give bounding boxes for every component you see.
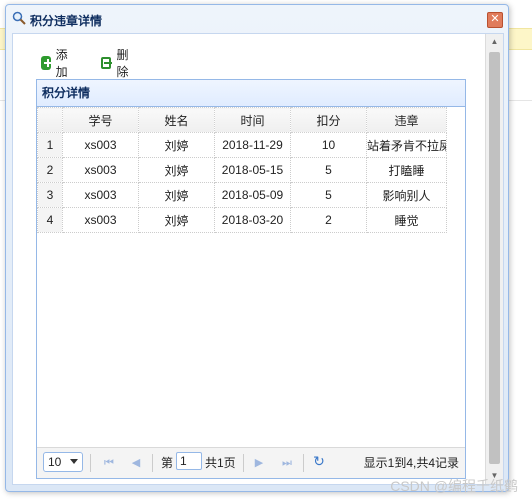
- data-table: 学号 姓名 时间 扣分 违章 1 xs003 刘婷 2018-11-29 10: [37, 107, 447, 233]
- pager-divider: [90, 454, 91, 472]
- cell-time: 2018-05-09: [214, 182, 291, 208]
- add-label: 添加: [55, 48, 68, 79]
- column-header-deduction[interactable]: 扣分: [290, 107, 367, 133]
- rownum-header: [37, 107, 63, 133]
- dialog-title-bar[interactable]: 积分违章详情 ✕: [6, 5, 508, 33]
- column-header-violation[interactable]: 违章: [366, 107, 447, 133]
- cell-name: 刘婷: [138, 207, 215, 233]
- first-page-icon[interactable]: ⏮: [102, 455, 116, 471]
- column-header-name[interactable]: 姓名: [138, 107, 215, 133]
- violation-detail-dialog: 积分违章详情 ✕ 添加 删除 积分详情 学号 姓名 时间 扣分 违章 1 xs0…: [5, 4, 509, 492]
- page-number-input[interactable]: 1: [176, 452, 202, 470]
- cell-student-id: xs003: [62, 132, 139, 158]
- cell-violation: 影响别人: [366, 182, 447, 208]
- delete-button[interactable]: 删除: [101, 48, 132, 79]
- page-total: 共1页: [205, 456, 236, 470]
- scroll-up-icon[interactable]: ▲: [486, 34, 503, 50]
- cell-time: 2018-03-20: [214, 207, 291, 233]
- cell-student-id: xs003: [62, 182, 139, 208]
- page-size-select[interactable]: 10: [43, 452, 83, 472]
- pager-divider: [152, 454, 153, 472]
- cell-name: 刘婷: [138, 157, 215, 183]
- close-button[interactable]: ✕: [487, 12, 503, 28]
- cell-deduction: 2: [290, 207, 367, 233]
- refresh-icon[interactable]: ↻: [312, 453, 326, 469]
- table-row[interactable]: 1 xs003 刘婷 2018-11-29 10 站着矛肯不拉屎: [37, 132, 447, 158]
- add-icon: [41, 56, 52, 70]
- pagination-bar: 10 ⏮ ◀ 第 1 共1页 ▶ ⏭ ↻ 显示1到4,共4记录: [37, 447, 465, 478]
- prev-page-icon[interactable]: ◀: [129, 455, 143, 471]
- points-detail-grid: 积分详情 学号 姓名 时间 扣分 违章 1 xs003 刘婷 2018-11-2…: [36, 79, 466, 479]
- table-header-row: 学号 姓名 时间 扣分 违章: [37, 107, 447, 133]
- pager-divider: [303, 454, 304, 472]
- close-icon: ✕: [490, 13, 500, 25]
- last-page-icon[interactable]: ⏭: [280, 455, 294, 471]
- row-number: 1: [37, 132, 63, 158]
- chevron-down-icon: [70, 459, 78, 464]
- record-info: 显示1到4,共4记录: [363, 456, 459, 470]
- row-number: 2: [37, 157, 63, 183]
- dialog-body: 添加 删除 积分详情 学号 姓名 时间 扣分 违章 1 xs003 刘婷 201…: [12, 33, 504, 485]
- grid-title: 积分详情: [37, 80, 465, 107]
- column-header-time[interactable]: 时间: [214, 107, 291, 133]
- cell-deduction: 10: [290, 132, 367, 158]
- row-number: 3: [37, 182, 63, 208]
- add-button[interactable]: 添加: [41, 48, 72, 79]
- cell-time: 2018-05-15: [214, 157, 291, 183]
- cell-student-id: xs003: [62, 157, 139, 183]
- table-row[interactable]: 3 xs003 刘婷 2018-05-09 5 影响别人: [37, 182, 447, 208]
- page-prefix: 第: [161, 456, 174, 470]
- table-row[interactable]: 2 xs003 刘婷 2018-05-15 5 打瞌睡: [37, 157, 447, 183]
- table-row[interactable]: 4 xs003 刘婷 2018-03-20 2 睡觉: [37, 207, 447, 233]
- cell-violation: 打瞌睡: [366, 157, 447, 183]
- next-page-icon[interactable]: ▶: [252, 455, 266, 471]
- cell-time: 2018-11-29: [214, 132, 291, 158]
- watermark: CSDN @编程千纸鹤: [390, 478, 518, 494]
- page-size-value: 10: [48, 455, 62, 469]
- cell-violation: 睡觉: [366, 207, 447, 233]
- scrollbar-thumb[interactable]: [489, 52, 500, 464]
- dialog-title: 积分违章详情: [30, 14, 103, 28]
- pager-divider: [243, 454, 244, 472]
- row-number: 4: [37, 207, 63, 233]
- delete-icon: [101, 57, 113, 69]
- cell-name: 刘婷: [138, 182, 215, 208]
- cell-deduction: 5: [290, 182, 367, 208]
- column-header-student-id[interactable]: 学号: [62, 107, 139, 133]
- cell-violation: 站着矛肯不拉屎: [366, 132, 447, 158]
- cell-student-id: xs003: [62, 207, 139, 233]
- vertical-scrollbar[interactable]: ▲ ▼: [485, 34, 503, 484]
- cell-deduction: 5: [290, 157, 367, 183]
- cell-name: 刘婷: [138, 132, 215, 158]
- delete-label: 删除: [116, 48, 129, 79]
- magnifier-icon: [12, 11, 26, 25]
